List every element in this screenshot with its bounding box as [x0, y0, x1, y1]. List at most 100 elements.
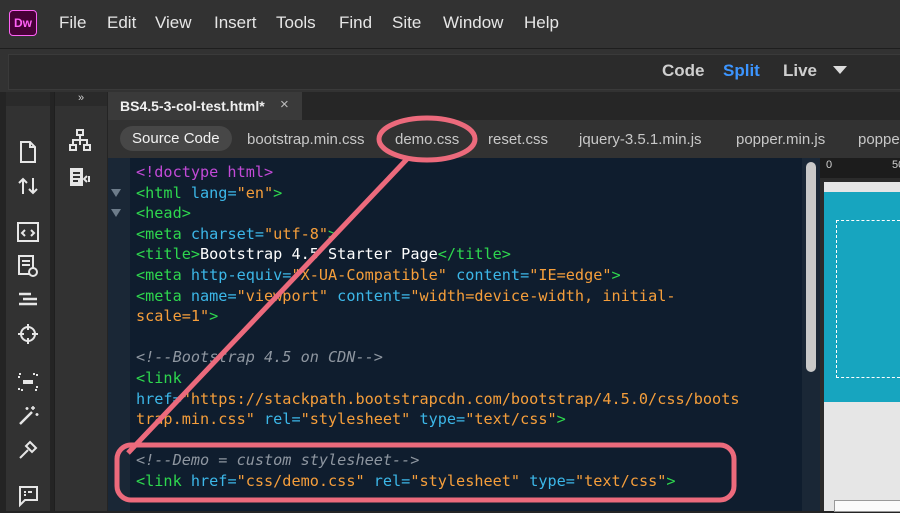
menu-file[interactable]: File [59, 13, 86, 33]
view-mode-toolbar [8, 54, 900, 90]
menu-edit[interactable]: Edit [107, 13, 136, 33]
code-token: "stylesheet" [300, 410, 411, 429]
menu-tools[interactable]: Tools [276, 13, 316, 33]
code-line[interactable]: <head> [136, 203, 739, 224]
comment-icon[interactable] [16, 484, 40, 508]
code-line[interactable] [136, 430, 739, 451]
code-token: href= [136, 389, 182, 408]
split-view-button[interactable]: Split [723, 61, 760, 81]
document-tab[interactable]: BS4.5-3-col-test.html* × [108, 92, 302, 120]
code-line[interactable]: <!--Bootstrap 4.5 on CDN--> [136, 347, 739, 368]
dom-inspect-icon[interactable] [16, 254, 40, 278]
code-token: "width=device-width, initial- [410, 286, 676, 305]
code-line[interactable]: <!--Demo = custom stylesheet--> [136, 450, 739, 471]
side-panel: » [54, 92, 107, 511]
related-file-jquery-js[interactable]: jquery-3.5.1.min.js [579, 131, 702, 148]
live-hero-container [836, 220, 900, 378]
code-view-button[interactable]: Code [662, 61, 705, 81]
live-view-button[interactable]: Live [783, 61, 817, 81]
code-token: lang= [190, 183, 237, 202]
code-token: "en" [236, 183, 274, 202]
code-token: <!doctype html> [136, 163, 274, 181]
code-line[interactable]: trap.min.css" rel="stylesheet" type="tex… [136, 409, 739, 430]
code-token: type= [520, 471, 575, 490]
code-token: trap.min.css" [136, 410, 255, 429]
menu-site[interactable]: Site [392, 13, 421, 33]
live-preview-pane: 0 50 [820, 158, 900, 512]
toolbar-collapse-strip[interactable] [6, 92, 50, 106]
menu-help[interactable]: Help [524, 13, 559, 33]
source-code[interactable]: <!doctype html> <html lang="en"> <head> <me… [136, 162, 739, 492]
code-token: "X-UA-Compatible" [291, 265, 447, 284]
code-view-icon[interactable] [16, 220, 40, 244]
related-file-bootstrap-css[interactable]: bootstrap.min.css [247, 131, 365, 148]
ruler-label-next: 50 [892, 159, 900, 171]
related-file-demo-css[interactable]: demo.css [395, 131, 459, 148]
menu-find[interactable]: Find [339, 13, 372, 33]
code-line[interactable]: <link [136, 368, 739, 389]
magic-wand-icon[interactable] [16, 404, 40, 428]
format-lines-icon[interactable] [16, 288, 40, 312]
code-token: "text/css" [465, 410, 557, 429]
code-editor[interactable]: <!doctype html> <html lang="en"> <head> <me… [108, 158, 820, 511]
code-line[interactable]: scale=1"> [136, 306, 739, 327]
code-navigator-icon[interactable] [68, 166, 92, 190]
code-gutter [108, 158, 130, 511]
code-token: <head> [136, 204, 191, 223]
fold-arrow-icon[interactable] [111, 189, 121, 197]
new-file-icon[interactable] [16, 140, 40, 164]
code-token: </title> [437, 245, 511, 264]
code-token: > [611, 265, 621, 284]
code-token: content= [446, 265, 530, 284]
code-line[interactable]: <meta charset="utf-8"> [136, 224, 739, 245]
panel-expand-button[interactable]: » [55, 92, 107, 106]
related-file-popper-min-js[interactable]: popper.min.js [736, 131, 825, 148]
code-token: <meta [136, 224, 191, 243]
code-line[interactable]: <html lang="en"> [136, 183, 739, 204]
code-token: "utf-8" [264, 224, 329, 243]
menu-insert[interactable]: Insert [214, 13, 257, 33]
scrollbar-thumb[interactable] [806, 162, 816, 372]
view-mode-bar [0, 48, 900, 92]
code-token: rel= [254, 410, 301, 429]
related-file-source-code[interactable]: Source Code [120, 126, 232, 151]
code-line[interactable]: <meta http-equiv="X-UA-Compatible" conte… [136, 265, 739, 286]
menu-view[interactable]: View [155, 13, 192, 33]
code-token: href= [190, 471, 237, 490]
code-line[interactable]: <link href="css/demo.css" rel="styleshee… [136, 471, 739, 492]
code-line[interactable]: <title>Bootstrap 4.5 Starter Page</title… [136, 244, 739, 265]
code-line[interactable]: href="https://stackpath.bootstrapcdn.com… [136, 389, 739, 410]
target-icon[interactable] [16, 322, 40, 346]
related-file-popper[interactable]: popper [858, 131, 900, 148]
close-icon[interactable]: × [280, 96, 289, 113]
code-scrollbar[interactable] [802, 158, 820, 511]
related-file-reset-css[interactable]: reset.css [488, 131, 548, 148]
code-line[interactable]: <!doctype html> [136, 162, 739, 183]
live-canvas[interactable] [824, 182, 900, 512]
code-token: <title> [136, 245, 201, 264]
code-token: name= [190, 286, 237, 305]
dreamweaver-logo: Dw [9, 10, 37, 36]
file-transfer-icon[interactable] [16, 174, 40, 198]
code-token: <!--Bootstrap 4.5 on CDN--> [136, 348, 383, 367]
fold-arrow-icon[interactable] [111, 209, 121, 217]
code-line[interactable] [136, 327, 739, 348]
code-token: > [556, 410, 566, 429]
menu-bar: Dw File Edit View Insert Tools Find Site… [0, 0, 900, 48]
chevron-down-icon[interactable] [833, 66, 847, 74]
code-token: Bootstrap 4.5 Starter Page [200, 245, 438, 264]
live-preview-input [834, 500, 900, 512]
wrench-icon[interactable] [16, 438, 40, 462]
code-token: "viewport" [236, 286, 329, 305]
code-line[interactable]: <meta name="viewport" content="width=dev… [136, 286, 739, 307]
code-token: > [273, 183, 283, 202]
code-token: <html [136, 183, 191, 202]
menu-window[interactable]: Window [443, 13, 503, 33]
code-token: "text/css" [574, 471, 667, 490]
code-token: <meta [136, 265, 191, 284]
code-token: <!--Demo = custom stylesheet--> [136, 451, 420, 470]
code-token: rel= [364, 471, 411, 490]
grid-select-icon[interactable] [16, 370, 40, 394]
code-token: "stylesheet" [410, 471, 521, 490]
sitemap-icon[interactable] [68, 128, 92, 152]
